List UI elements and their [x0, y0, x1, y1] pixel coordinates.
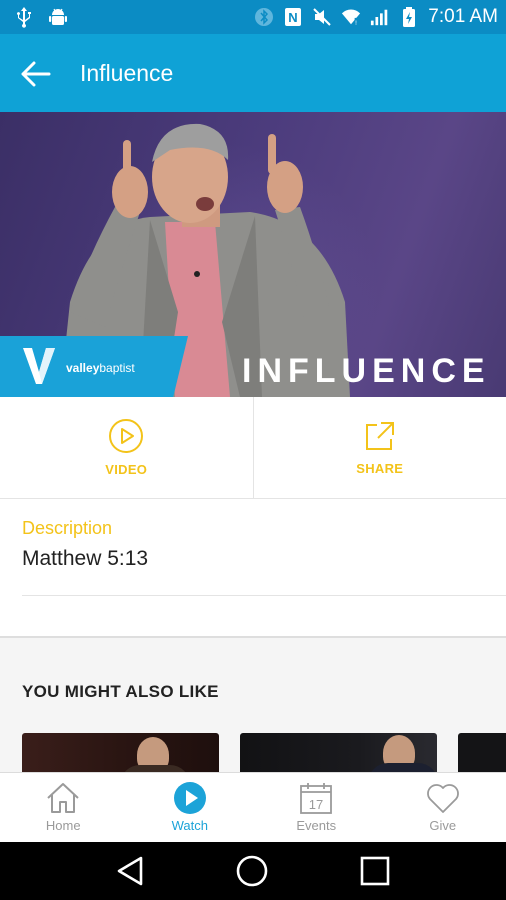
heart-icon — [426, 784, 459, 813]
related-thumbnail[interactable] — [22, 733, 219, 772]
nav-give-label: Give — [429, 818, 457, 833]
nav-give[interactable]: Give — [380, 773, 506, 842]
related-thumbnail[interactable] — [458, 733, 506, 772]
page-title: Influence — [80, 60, 174, 86]
status-time: 7:01 AM — [428, 6, 498, 27]
nav-watch-label: Watch — [171, 818, 208, 833]
recents-square-icon[interactable] — [359, 855, 391, 887]
share-external-icon — [365, 422, 394, 450]
description-value: Matthew 5:13 — [22, 547, 149, 570]
video-button[interactable]: VIDEO — [0, 397, 253, 498]
related-section: YOU MIGHT ALSO LIKE — [0, 638, 506, 772]
home-icon — [47, 783, 79, 813]
sermon-series-title: INFLUENCE — [242, 352, 491, 390]
nav-watch[interactable]: Watch — [127, 773, 254, 842]
battery-icon — [403, 7, 416, 27]
app-bar: Influence — [0, 34, 506, 112]
bottom-nav: Home Watch 17 Events Give — [0, 772, 506, 842]
share-button[interactable]: SHARE — [252, 397, 506, 498]
arrow-left-icon — [21, 61, 51, 87]
nav-events[interactable]: 17 Events — [253, 773, 380, 842]
nav-home[interactable]: Home — [0, 773, 127, 842]
church-logo: valleybaptist — [0, 336, 188, 397]
calendar-icon: 17 — [300, 783, 333, 814]
related-thumbnail[interactable] — [240, 733, 437, 772]
nav-events-label: Events — [296, 818, 337, 833]
play-circle-filled-icon — [173, 782, 206, 814]
description-label: Description — [22, 518, 113, 538]
signal-icon — [371, 9, 388, 26]
related-title: YOU MIGHT ALSO LIKE — [22, 682, 219, 701]
wifi-icon: ! — [342, 9, 361, 27]
back-button[interactable] — [16, 54, 56, 94]
status-bar: N ! 7:01 AM — [0, 0, 506, 34]
android-icon — [49, 8, 67, 25]
play-circle-icon — [109, 419, 144, 453]
home-circle-icon[interactable] — [235, 854, 269, 888]
video-button-label: VIDEO — [105, 462, 148, 477]
calendar-day: 17 — [309, 797, 323, 812]
church-logo-text: valleybaptist — [66, 361, 135, 375]
nav-home-label: Home — [45, 818, 81, 833]
system-nav-bar — [0, 842, 506, 900]
back-triangle-icon[interactable] — [115, 855, 145, 887]
mute-icon — [313, 8, 331, 26]
usb-icon — [17, 7, 31, 28]
hero-image: INFLUENCE valleybaptist — [0, 112, 506, 397]
svg-text:!: ! — [355, 20, 357, 27]
nfc-icon: N — [285, 8, 302, 26]
valley-logo-icon — [23, 348, 55, 384]
description-section: Description Matthew 5:13 — [22, 518, 506, 596]
bluetooth-icon — [255, 8, 274, 26]
share-button-label: SHARE — [356, 461, 404, 476]
svg-text:N: N — [289, 10, 298, 25]
action-bar: VIDEO SHARE — [0, 397, 506, 499]
